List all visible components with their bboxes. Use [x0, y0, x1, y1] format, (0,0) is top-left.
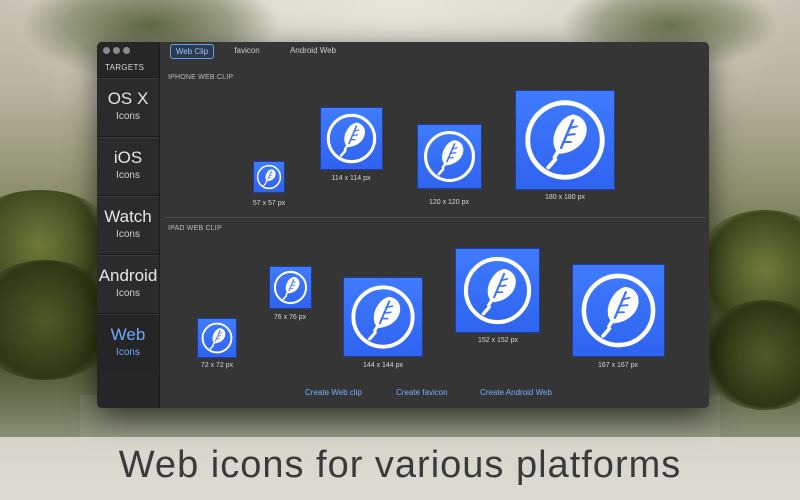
icon-size-label: 180 x 180 px [544, 194, 586, 201]
sidebar-item-watch[interactable]: Watch Icons [97, 195, 159, 254]
feather-in-circle-icon [423, 130, 476, 183]
icon-size-label: 144 x 144 px [362, 362, 404, 369]
tab-android-web[interactable]: Android Web [286, 44, 340, 57]
section-divider [166, 217, 706, 218]
app-icon-57 [253, 161, 285, 193]
app-icon-167 [572, 264, 665, 357]
icon-size-label: 167 x 167 px [597, 362, 639, 369]
targets-header: TARGETS [105, 63, 145, 72]
iphone-section-label: IPHONE WEB CLIP [168, 74, 234, 81]
minimize-window-button[interactable] [113, 47, 120, 54]
sidebar-item-title: OS X [107, 89, 149, 108]
sidebar-item-android[interactable]: Android Icons [97, 254, 159, 313]
zoom-window-button[interactable] [123, 47, 130, 54]
tab-favicon[interactable]: favicon [230, 44, 264, 57]
app-icon-152 [455, 248, 540, 333]
feather-in-circle-icon [463, 256, 532, 325]
sidebar-item-title: iOS [113, 148, 143, 167]
feather-in-circle-icon [273, 270, 308, 305]
app-icon-180 [515, 90, 615, 190]
icon-size-label: 72 x 72 px [200, 362, 234, 369]
sidebar-item-ios[interactable]: iOS Icons [97, 136, 159, 195]
sidebar-item-title: Web [110, 325, 146, 344]
icon-size-label: 114 x 114 px [331, 175, 371, 182]
promo-caption: Web icons for various platforms [118, 444, 682, 486]
sidebar-item-osx[interactable]: OS X Icons [97, 77, 159, 136]
close-window-button[interactable] [103, 47, 110, 54]
sidebar-item-subtitle: Icons [116, 288, 140, 299]
icon-size-label: 57 x 57 px [252, 200, 286, 207]
app-icon-120 [417, 124, 482, 189]
feather-in-circle-icon [581, 273, 656, 348]
sidebar-item-subtitle: Icons [116, 229, 140, 240]
feather-in-circle-icon [326, 113, 377, 164]
ipad-section-label: IPAD WEB CLIP [168, 225, 222, 232]
sidebar-item-title: Android [98, 266, 158, 285]
app-window: TARGETS OS X Icons iOS Icons Watch Icons… [97, 42, 709, 408]
sidebar-item-web[interactable]: Web Icons [97, 313, 159, 372]
icon-size-label: 152 x 152 px [477, 337, 519, 344]
app-icon-114 [320, 107, 383, 170]
app-icon-72 [197, 318, 237, 358]
app-icon-144 [343, 277, 423, 357]
sidebar-item-subtitle: Icons [116, 111, 140, 122]
create-android-web-link[interactable]: Create Android Web [480, 388, 552, 397]
sidebar-item-subtitle: Icons [116, 170, 140, 181]
sidebar-item-subtitle: Icons [116, 347, 140, 358]
icon-size-label: 76 x 76 px [273, 314, 307, 321]
create-web-clip-link[interactable]: Create Web clip [305, 388, 362, 397]
app-icon-76 [269, 266, 312, 309]
sidebar-item-title: Watch [104, 207, 152, 226]
main-panel: Web Clip favicon Android Web IPHONE WEB … [160, 42, 709, 408]
icon-size-label: 120 x 120 px [428, 199, 470, 206]
create-favicon-link[interactable]: Create favicon [396, 388, 448, 397]
feather-in-circle-icon [525, 100, 605, 180]
feather-in-circle-icon [201, 322, 233, 354]
tree-foliage-right-2 [700, 300, 800, 410]
feather-in-circle-icon [256, 164, 282, 190]
tab-web-clip[interactable]: Web Clip [170, 44, 214, 59]
targets-sidebar: TARGETS OS X Icons iOS Icons Watch Icons… [97, 42, 160, 408]
feather-in-circle-icon [351, 285, 415, 349]
